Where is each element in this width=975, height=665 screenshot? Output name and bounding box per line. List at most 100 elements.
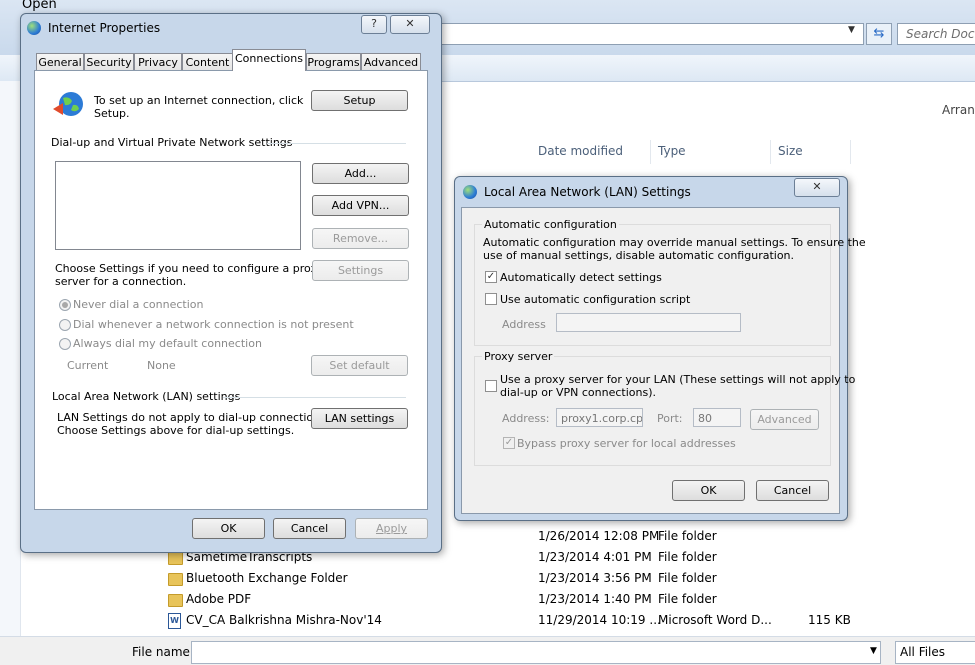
always-dial-radio[interactable] (59, 338, 71, 350)
file-row[interactable]: Bluetooth Exchange Folder 1/23/2014 3:56… (160, 569, 860, 590)
use-proxy-label: Use a proxy server for your LAN (These s… (500, 373, 856, 386)
file-type: File folder (658, 550, 717, 564)
file-name: Bluetooth Exchange Folder (186, 571, 348, 585)
lan-text: LAN Settings do not apply to dial-up con… (57, 411, 330, 424)
file-name-input[interactable] (191, 641, 881, 664)
settings-text-line2: server for a connection. (55, 275, 187, 288)
internet-connection-wizard-icon (51, 89, 85, 121)
setup-text: To set up an Internet connection, click (94, 94, 304, 107)
setup-text-line2: Setup. (94, 107, 130, 120)
file-size: 115 KB (808, 613, 851, 627)
column-size[interactable]: Size (778, 144, 803, 158)
folder-icon (168, 573, 183, 586)
file-name: Adobe PDF (186, 592, 252, 606)
lan-settings-button[interactable]: LAN settings (311, 408, 408, 429)
address-label: Address (502, 318, 546, 331)
refresh-icon[interactable]: ⇆ (866, 23, 892, 45)
internet-properties-window: Internet Properties ? ✕ General Security… (20, 13, 442, 553)
address-bar[interactable] (440, 23, 864, 45)
lan-settings-heading: Local Area Network (LAN) settings (52, 390, 241, 403)
bypass-local-label: Bypass proxy server for local addresses (517, 437, 736, 450)
connections-panel: To set up an Internet connection, click … (34, 70, 428, 510)
lan-settings-body: Automatic configuration Automatic config… (461, 207, 866, 514)
tab-privacy[interactable]: Privacy (134, 53, 182, 71)
folder-icon (168, 594, 183, 607)
lan-settings-window: Local Area Network (LAN) Settings ✕ Auto… (454, 176, 866, 521)
column-divider (850, 140, 851, 164)
proxy-address-input[interactable]: proxy1.corp.cplr (556, 408, 643, 427)
file-type: File folder (658, 592, 717, 606)
auto-detect-checkbox[interactable]: ✓ (485, 271, 497, 283)
file-type-value: All Files (900, 645, 946, 659)
dialup-vpn-heading: Dial-up and Virtual Private Network sett… (51, 136, 293, 149)
remove-button[interactable]: Remove... (312, 228, 409, 249)
tab-security[interactable]: Security (84, 53, 134, 71)
current-value: None (147, 359, 176, 372)
folder-icon (168, 552, 183, 565)
file-date: 1/23/2014 3:56 PM (538, 571, 652, 585)
proxy-address-label: Address: (502, 412, 550, 425)
file-type: File folder (658, 571, 717, 585)
setup-button[interactable]: Setup (311, 90, 408, 111)
always-dial-label: Always dial my default connection (73, 337, 262, 350)
bypass-local-checkbox[interactable]: ✓ (503, 437, 515, 449)
search-placeholder: Search Docur (906, 27, 975, 41)
column-type[interactable]: Type (658, 144, 686, 158)
port-label: Port: (657, 412, 683, 425)
cancel-button[interactable]: Cancel (273, 518, 346, 539)
file-type: Microsoft Word D... (658, 613, 772, 627)
help-button[interactable]: ? (361, 15, 387, 34)
search-input[interactable]: Search Docur (897, 23, 975, 45)
column-divider (770, 140, 771, 164)
cancel-button[interactable]: Cancel (756, 480, 829, 501)
column-date-modified[interactable]: Date modified (538, 144, 623, 158)
tab-advanced[interactable]: Advanced (361, 53, 421, 71)
file-date: 1/26/2014 12:08 PM (538, 529, 660, 543)
dial-whenever-radio[interactable] (59, 319, 71, 331)
auto-detect-label: Automatically detect settings (500, 271, 662, 284)
settings-button[interactable]: Settings (312, 260, 409, 281)
file-date: 1/23/2014 1:40 PM (538, 592, 652, 606)
add-button[interactable]: Add... (312, 163, 409, 184)
port-input[interactable]: 80 (693, 408, 741, 427)
connections-list[interactable] (55, 161, 301, 250)
file-row[interactable]: W CV_CA Balkrishna Mishra-Nov'14 11/29/2… (160, 611, 860, 632)
file-name: CV_CA Balkrishna Mishra-Nov'14 (186, 613, 382, 627)
apply-button[interactable]: Apply (355, 518, 428, 539)
auto-config-script-label: Use automatic configuration script (500, 293, 691, 306)
advanced-button[interactable]: Advanced (750, 409, 819, 430)
close-button[interactable]: ✕ (794, 178, 840, 197)
address-dropdown-icon[interactable]: ▼ (848, 25, 855, 35)
never-dial-radio[interactable] (59, 299, 71, 311)
use-proxy-label-line2: dial-up or VPN connections). (500, 386, 657, 399)
tab-connections[interactable]: Connections (232, 49, 306, 71)
file-type: File folder (658, 529, 717, 543)
window-title: Internet Properties (48, 21, 161, 35)
internet-globe-icon (463, 185, 477, 199)
tab-content[interactable]: Content (182, 53, 233, 71)
lan-text-line2: Choose Settings above for dial-up settin… (57, 424, 295, 437)
set-default-button[interactable]: Set default (311, 355, 408, 376)
file-name-label: File name: (132, 645, 194, 659)
auto-config-text: Automatic configuration may override man… (483, 236, 866, 249)
section-divider (223, 397, 406, 398)
file-date: 11/29/2014 10:19 ... (538, 613, 661, 627)
arrange-by-label[interactable]: Arrang (942, 103, 975, 117)
file-row[interactable]: Adobe PDF 1/23/2014 1:40 PM File folder (160, 590, 860, 611)
word-doc-icon: W (168, 613, 181, 629)
auto-config-script-checkbox[interactable] (485, 293, 497, 305)
section-divider (267, 143, 406, 144)
navigation-pane (0, 81, 21, 636)
use-proxy-checkbox[interactable] (485, 380, 497, 392)
close-button[interactable]: ✕ (390, 15, 430, 34)
ok-button[interactable]: OK (672, 480, 745, 501)
file-type-select[interactable]: All Files (895, 641, 975, 664)
add-vpn-button[interactable]: Add VPN... (312, 195, 409, 216)
auto-config-address-input[interactable] (556, 313, 741, 332)
tab-programs[interactable]: Programs (306, 53, 361, 71)
tab-general[interactable]: General (36, 53, 84, 71)
file-name-dropdown-icon[interactable]: ▼ (870, 646, 877, 656)
file-date: 1/23/2014 4:01 PM (538, 550, 652, 564)
window-title: Local Area Network (LAN) Settings (484, 185, 691, 199)
ok-button[interactable]: OK (192, 518, 265, 539)
